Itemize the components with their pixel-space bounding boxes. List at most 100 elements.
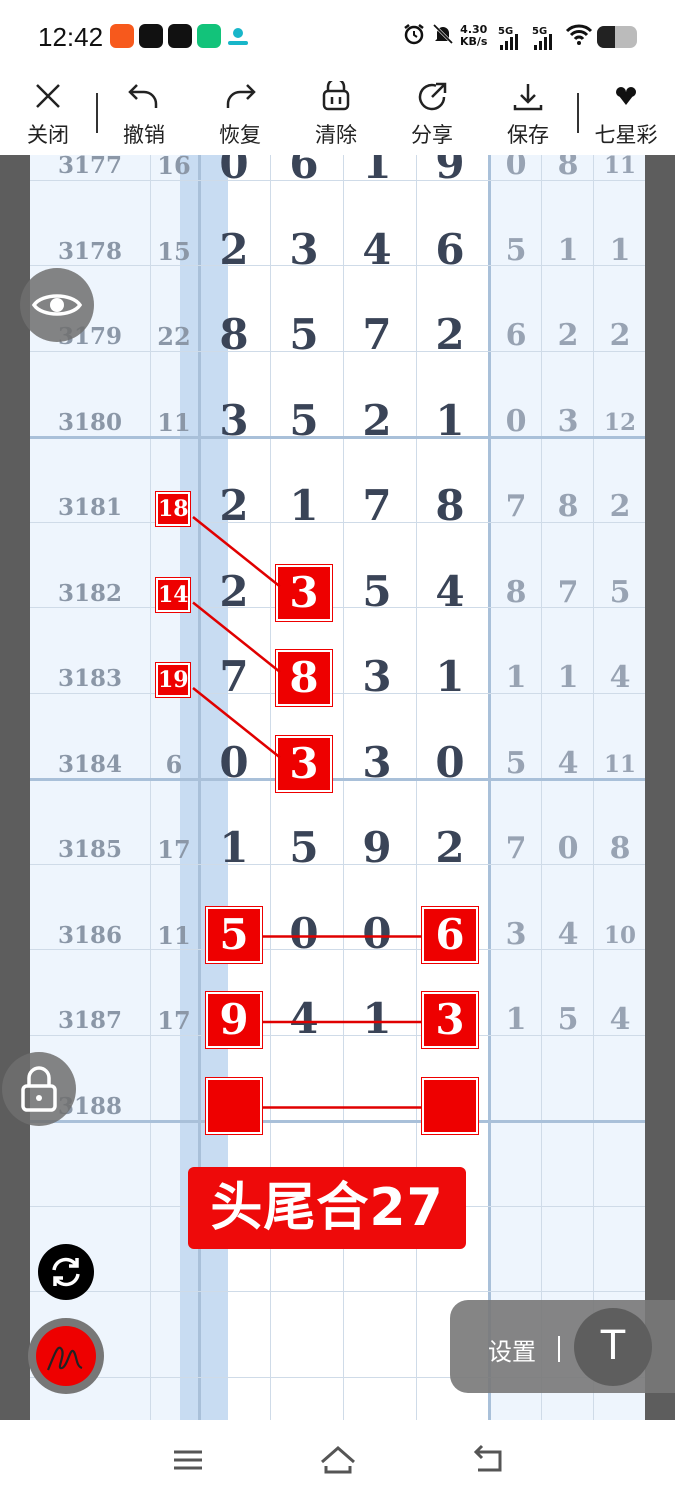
sum-value-highlighted: 18 bbox=[155, 491, 191, 527]
digit-cell: 3 bbox=[362, 737, 392, 787]
sum-value: 11 bbox=[157, 920, 191, 950]
digit-cell: 1 bbox=[435, 395, 465, 445]
close-button[interactable]: 关闭 bbox=[8, 75, 88, 155]
alarm-icon bbox=[402, 22, 426, 52]
clear-icon bbox=[296, 75, 376, 119]
phone-app-icon bbox=[197, 24, 221, 48]
network-speed: 4.30 KB/s bbox=[460, 23, 488, 48]
share-icon bbox=[392, 75, 472, 119]
stat-cell: 4 bbox=[609, 660, 631, 695]
digit-cell-highlighted: 3 bbox=[421, 991, 479, 1049]
save-icon bbox=[488, 75, 568, 119]
redo-icon bbox=[200, 75, 280, 119]
stat-cell: 5 bbox=[505, 745, 527, 781]
digit-cell: 7 bbox=[362, 481, 392, 530]
menu-icon bbox=[174, 1450, 202, 1470]
stat-cell: 1 bbox=[609, 232, 631, 268]
stat-cell: 7 bbox=[505, 831, 527, 866]
period-number: 3178 bbox=[57, 237, 122, 265]
period-number: 3177 bbox=[57, 155, 122, 179]
digit-cell-highlighted: 9 bbox=[205, 991, 263, 1049]
period-number: 3184 bbox=[57, 750, 122, 778]
lock-icon bbox=[21, 1066, 57, 1112]
close-icon bbox=[8, 75, 88, 119]
text-tool-button[interactable]: T bbox=[574, 1308, 652, 1386]
redo-button[interactable]: 恢复 bbox=[200, 75, 280, 155]
stat-cell: 8 bbox=[557, 489, 579, 524]
digit-cell-highlighted: 3 bbox=[275, 734, 333, 793]
clear-button[interactable]: 清除 bbox=[296, 75, 376, 155]
period-number: 3186 bbox=[57, 921, 122, 949]
digit-cell: 9 bbox=[362, 823, 392, 872]
digit-cell: 3 bbox=[289, 224, 319, 274]
settings-button[interactable]: 设置 bbox=[488, 1332, 536, 1367]
digit-cell: 3 bbox=[219, 395, 249, 445]
home-icon bbox=[321, 1446, 355, 1474]
mute-bell-icon bbox=[431, 22, 455, 52]
digit-cell: 5 bbox=[289, 310, 319, 359]
stat-cell: 1 bbox=[557, 660, 579, 695]
settings-divider bbox=[558, 1336, 560, 1362]
sum-value-highlighted: 14 bbox=[155, 576, 191, 613]
digit-cell-highlighted: 6 bbox=[421, 905, 479, 964]
stat-cell: 1 bbox=[505, 660, 527, 695]
chart-area: 3177 16 0 6 1 9 0 8 11 3178 15 2 3 4 6 5 1 1 3179 22 8 5 7 2 6 2 2… bbox=[0, 155, 675, 1420]
digit-cell-highlighted bbox=[205, 1076, 263, 1135]
tiktok-icon bbox=[168, 24, 192, 48]
period-number: 3180 bbox=[57, 408, 122, 436]
period-number: 3182 bbox=[57, 579, 122, 607]
digit-cell: 5 bbox=[289, 395, 319, 445]
digit-cell: 2 bbox=[362, 395, 392, 445]
digit-cell: 4 bbox=[362, 224, 392, 274]
stat-cell: 4 bbox=[557, 916, 579, 952]
digit-cell: 1 bbox=[362, 994, 392, 1043]
eye-button[interactable] bbox=[20, 268, 94, 342]
sum-value: 22 bbox=[157, 322, 191, 351]
stat-cell: 2 bbox=[557, 318, 579, 353]
stat-cell: 0 bbox=[505, 403, 527, 439]
head-tail-sum-banner: 头尾合27 bbox=[188, 1167, 466, 1249]
stat-cell: 3 bbox=[505, 916, 527, 952]
lock-button[interactable] bbox=[2, 1052, 76, 1126]
stat-cell: 12 bbox=[603, 408, 636, 436]
digit-cell: 0 bbox=[362, 908, 392, 958]
pen-icon bbox=[46, 1346, 83, 1371]
menu-button[interactable] bbox=[168, 1440, 208, 1480]
save-button[interactable]: 保存 bbox=[488, 75, 568, 155]
digit-cell: 5 bbox=[289, 823, 319, 872]
signal-icon-1 bbox=[500, 34, 522, 50]
navigation-bar bbox=[0, 1420, 675, 1500]
digit-cell: 7 bbox=[362, 310, 392, 359]
stat-cell: 8 bbox=[557, 155, 579, 182]
refresh-button[interactable] bbox=[38, 1244, 94, 1300]
trend-sheet[interactable]: 3177 16 0 6 1 9 0 8 11 3178 15 2 3 4 6 5 1 1 3179 22 8 5 7 2 6 2 2… bbox=[30, 155, 645, 1420]
lottery-dropdown[interactable]: 七星彩 bbox=[586, 75, 666, 155]
stat-cell: 8 bbox=[505, 574, 527, 610]
sum-value: 11 bbox=[157, 407, 191, 437]
home-button[interactable] bbox=[318, 1440, 358, 1480]
capcut-icon bbox=[139, 24, 163, 48]
back-button[interactable] bbox=[468, 1440, 508, 1480]
signal-icon-2 bbox=[534, 34, 556, 50]
stat-cell: 3 bbox=[557, 403, 579, 439]
refresh-icon bbox=[52, 1257, 80, 1287]
pen-button[interactable] bbox=[28, 1318, 104, 1394]
stat-cell: 5 bbox=[557, 1002, 579, 1037]
stat-cell: 5 bbox=[505, 232, 527, 268]
weather-icon bbox=[226, 24, 250, 48]
share-button[interactable]: 分享 bbox=[392, 75, 472, 155]
undo-button[interactable]: 撤销 bbox=[104, 75, 184, 155]
stat-cell: 11 bbox=[603, 155, 636, 179]
digit-cell-highlighted bbox=[421, 1076, 479, 1135]
digit-cell: 4 bbox=[435, 566, 465, 616]
digit-cell-highlighted: 8 bbox=[275, 649, 333, 707]
digit-cell: 0 bbox=[219, 155, 249, 188]
digit-cell: 9 bbox=[435, 155, 465, 188]
heart-icon bbox=[586, 75, 666, 119]
stat-cell: 10 bbox=[603, 921, 636, 949]
back-icon bbox=[473, 1444, 502, 1472]
sum-value: 17 bbox=[157, 835, 191, 864]
sum-value-highlighted: 19 bbox=[155, 662, 191, 698]
eye-icon bbox=[31, 294, 83, 316]
period-number: 3185 bbox=[57, 836, 122, 863]
